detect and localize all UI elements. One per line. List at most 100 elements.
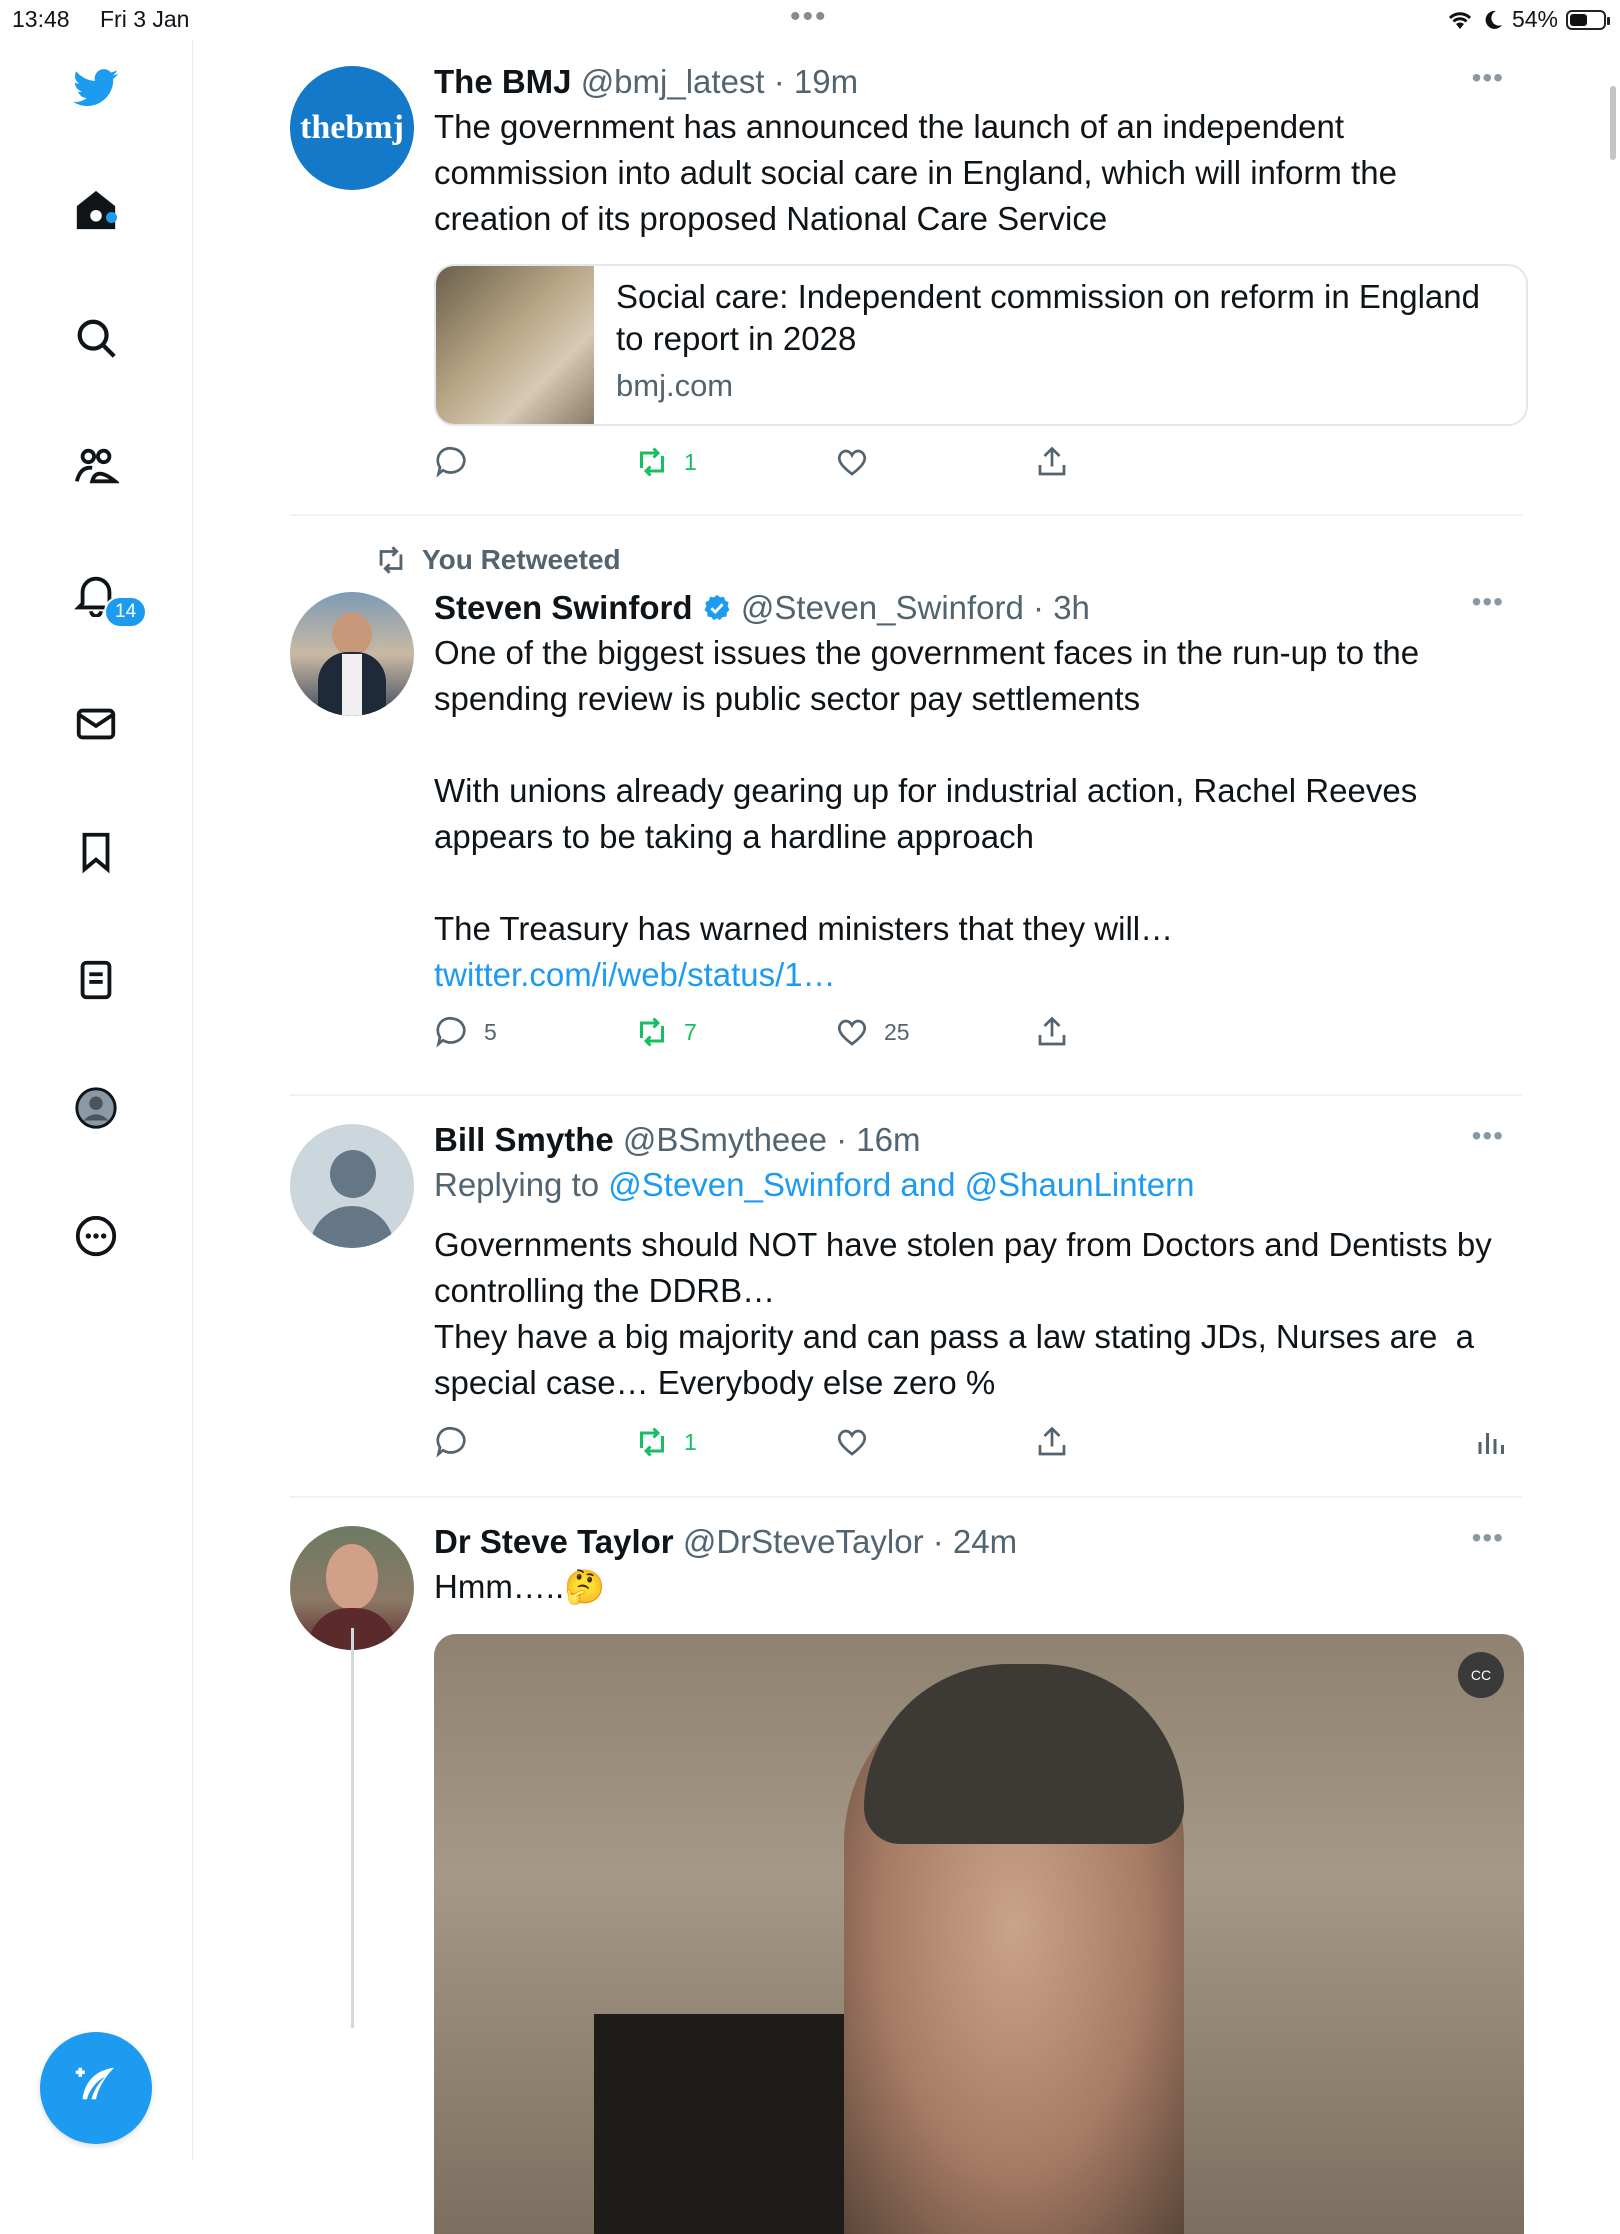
share-button[interactable] [1034, 1424, 1070, 1460]
compose-tweet-button[interactable] [40, 2032, 152, 2144]
thread-line [351, 1628, 354, 2028]
link-card-title: Social care: Independent commission on r… [616, 278, 1480, 357]
like-button[interactable]: 25 [834, 1014, 910, 1050]
retweet-icon [640, 1017, 664, 1047]
retweet-context: You Retweeted [374, 516, 1462, 580]
battery-icon [1566, 9, 1610, 30]
retweet-icon [640, 447, 664, 477]
retweet-button[interactable]: 1 [634, 1424, 697, 1460]
tweet-taylor[interactable]: ••• Dr Steve Taylor @DrSteveTaylor · 24m… [290, 1498, 1524, 2234]
avatar-bmj[interactable]: thebmj [290, 66, 414, 190]
verified-badge-icon [704, 594, 730, 621]
tweet-video[interactable]: CC [434, 1634, 1524, 2234]
replying-prefix: Replying to [434, 1166, 609, 1203]
share-button[interactable] [1034, 1014, 1070, 1050]
notifications-badge: 14 [104, 596, 148, 628]
tweet-smythe[interactable]: ••• Bill Smythe @BSmytheee · 16m Replyin… [290, 1096, 1522, 1498]
reply-button[interactable] [434, 444, 470, 480]
heart-icon [837, 449, 867, 476]
tweet-header: Steven Swinford @Steven_Swinford · 3h [434, 586, 1522, 630]
share-icon [1038, 1016, 1066, 1046]
tweet-text: The government has announced the launch … [434, 108, 1407, 237]
author-handle-time[interactable]: @BSmytheee · 16m [623, 1121, 921, 1158]
link-card-domain: bmj.com [616, 368, 734, 403]
tweet-header: Bill Smythe @BSmytheee · 16m [434, 1118, 1522, 1162]
status-time: 13:48 [12, 6, 70, 32]
tweet-more-icon[interactable]: ••• [1472, 586, 1504, 618]
link-card[interactable]: Social care: Independent commission on r… [434, 264, 1528, 426]
battery-percent: 54% [1511, 6, 1558, 32]
tweet-bmj[interactable]: thebmj ••• The BMJ @bmj_latest · 19m The… [290, 40, 1528, 516]
analytics-bar-chart-icon [1478, 1433, 1504, 1454]
tweet-actions: 1 [434, 444, 1522, 504]
video-frame-hair [864, 1664, 1184, 1844]
tweet-link[interactable]: twitter.com/i/web/status/1… [434, 956, 836, 993]
retweeted-icon [379, 546, 403, 574]
share-icon [1038, 446, 1066, 476]
author-name[interactable]: Steven Swinford [434, 589, 693, 626]
analytics-button[interactable] [1474, 1424, 1510, 1460]
reply-count: 5 [484, 1018, 497, 1045]
reply-button[interactable]: 5 [434, 1014, 497, 1050]
author-handle-time[interactable]: @Steven_Swinford · 3h [741, 589, 1090, 626]
link-card-thumbnail [436, 266, 594, 424]
tweet-body: One of the biggest issues the government… [434, 634, 1420, 947]
moon-icon [1485, 10, 1502, 29]
like-button[interactable] [834, 1424, 870, 1460]
tweet-more-icon[interactable]: ••• [1472, 1522, 1504, 1554]
avatar-default[interactable] [290, 1124, 414, 1248]
tweet-more-icon[interactable]: ••• [1472, 62, 1504, 94]
status-date: Fri 3 Jan [100, 6, 190, 32]
tweet-more-icon[interactable]: ••• [1472, 1120, 1504, 1152]
profile-avatar-icon[interactable] [70, 1082, 122, 1134]
timeline-feed: thebmj ••• The BMJ @bmj_latest · 19m The… [290, 40, 1528, 2234]
share-button[interactable] [1034, 444, 1070, 480]
tweet-text: Governments should NOT have stolen pay f… [434, 1226, 1492, 1401]
heart-icon [837, 1429, 867, 1456]
bmj-logo-text: thebmj [300, 109, 404, 146]
retweet-count: 1 [684, 448, 697, 475]
wifi-icon [1448, 11, 1472, 29]
retweet-icon [640, 1427, 664, 1457]
like-count: 25 [884, 1018, 910, 1045]
search-icon[interactable] [70, 312, 122, 364]
scrollbar[interactable] [1610, 86, 1616, 160]
author-handle-time[interactable]: @bmj_latest · 19m [581, 63, 858, 100]
replying-to-users[interactable]: @Steven_Swinford and @ShaunLintern [608, 1166, 1194, 1203]
author-name[interactable]: Bill Smythe [434, 1121, 614, 1158]
retweet-count: 7 [684, 1018, 697, 1045]
reply-icon [436, 446, 466, 478]
twitter-logo-icon[interactable] [70, 62, 122, 114]
retweet-button[interactable]: 7 [634, 1014, 697, 1050]
tweet-text: One of the biggest issues the government… [434, 630, 1522, 998]
avatar-swinford[interactable] [290, 592, 414, 716]
share-icon [1038, 1426, 1066, 1456]
retweet-button[interactable]: 1 [634, 444, 697, 480]
reply-icon [436, 1426, 466, 1458]
heart-icon [837, 1019, 867, 1046]
replying-to: Replying to @Steven_Swinford and @ShaunL… [434, 1162, 1522, 1208]
home-icon[interactable] [70, 184, 122, 236]
author-name[interactable]: The BMJ [434, 63, 572, 100]
home-new-dot [106, 212, 117, 223]
tweet-actions: 5 7 25 [434, 1014, 1522, 1074]
retweet-context-label: You Retweeted [422, 544, 621, 575]
like-button[interactable] [834, 444, 870, 480]
messages-envelope-icon[interactable] [70, 698, 122, 750]
lists-icon[interactable] [70, 954, 122, 1006]
tweet-header: Dr Steve Taylor @DrSteveTaylor · 24m [434, 1520, 1522, 1564]
tweet-swinford[interactable]: You Retweeted ••• Steven Swinford @Steve… [290, 516, 1522, 1096]
reply-icon [436, 1016, 466, 1048]
more-options-icon[interactable] [70, 1210, 122, 1262]
bookmark-icon[interactable] [70, 826, 122, 878]
status-right: 54% [1446, 6, 1610, 33]
sidebar: 14 [0, 40, 193, 2160]
captions-icon[interactable]: CC [1458, 1652, 1504, 1698]
tweet-header: The BMJ @bmj_latest · 19m [434, 60, 1522, 104]
compose-feather-icon [75, 2067, 114, 2100]
author-name[interactable]: Dr Steve Taylor [434, 1523, 674, 1560]
author-handle-time[interactable]: @DrSteveTaylor · 24m [683, 1523, 1017, 1560]
communities-icon[interactable] [70, 440, 122, 492]
reply-button[interactable] [434, 1424, 470, 1460]
multitasking-dots-icon[interactable]: ••• [790, 0, 828, 34]
